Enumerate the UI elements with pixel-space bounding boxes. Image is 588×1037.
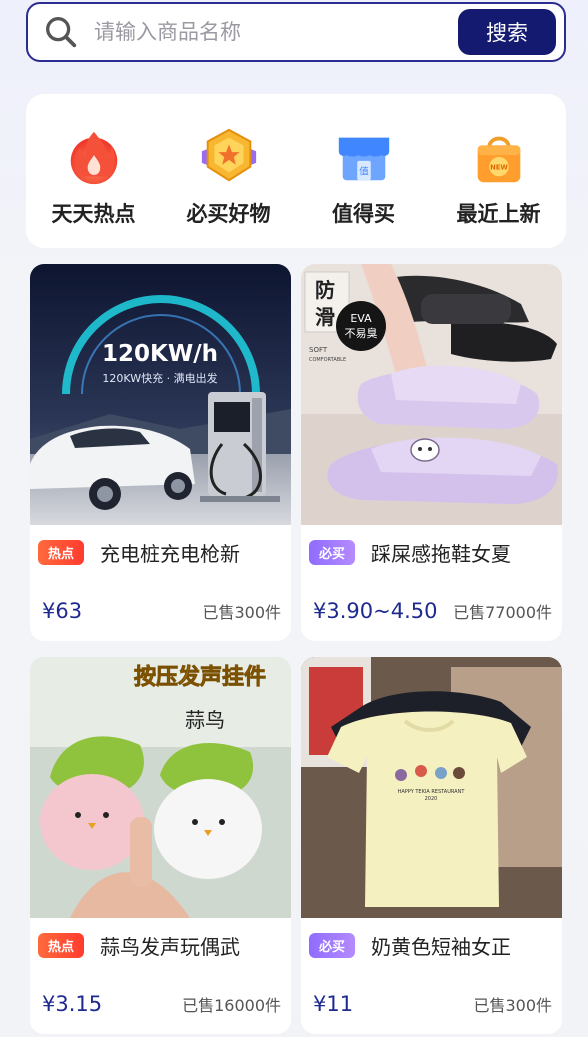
product-card[interactable]: 按压发声挂件 蒜鸟 热点 蒜鸟发声玩偶武 ¥3.15 已售16000件 [30,657,291,1034]
product-grid: 120KW/h 120KW快充 · 满电出发 热点 充电桩充电枪新 ¥63 已售… [30,264,562,1034]
product-title: 奶黄色短袖女正 [371,934,512,959]
product-title-row: 必买 奶黄色短袖女正 [301,918,562,959]
plush-banner-text: 按压发声挂件 [134,664,266,690]
product-price-row: ¥11 已售300件 [301,992,562,1016]
badge-line-1: 防 [315,278,335,302]
svg-text:NEW: NEW [490,164,508,172]
flame-icon [70,131,117,185]
category-worth-buying[interactable]: 值 值得买 [296,94,431,248]
hot-tag: 热点 [38,932,85,958]
category-label: 值得买 [332,202,395,226]
product-image-plush: 按压发声挂件 蒜鸟 [30,657,291,918]
soft-label: SOFT [309,346,328,354]
product-title-row: 必买 踩屎感拖鞋女夏 [301,525,562,566]
tshirt-illustration: HAPPY TEKIA RESTAURANT 2020 [301,657,562,918]
eva-line-2: 不易臭 [345,326,378,340]
search-button[interactable]: 搜索 [458,9,556,55]
category-card: 天天热点 必买好物 值 值得买 NEW 最近上新 [26,94,566,248]
comfortable-label: COMFORTABLE [309,357,346,363]
product-image-tshirt: HAPPY TEKIA RESTAURANT 2020 [301,657,562,918]
product-price-row: ¥3.90~4.50 已售77000件 [301,599,562,623]
product-image-charger: 120KW/h 120KW快充 · 满电出发 [30,264,291,525]
category-must-buy[interactable]: 必买好物 [161,94,296,248]
shirt-print-line: HAPPY TEKIA RESTAURANT [398,789,466,795]
hot-tag: 热点 [38,539,85,565]
product-price: ¥11 [313,992,354,1016]
star-badge-icon [201,128,256,182]
category-label: 最近上新 [456,202,541,226]
search-input[interactable] [94,20,458,44]
must-buy-tag: 必买 [309,932,356,958]
must-buy-tag: 必买 [309,539,356,565]
new-bag-icon: NEW [477,136,520,183]
badge-line-2: 滑 [315,305,335,329]
charger-subtitle-text: 120KW快充 · 满电出发 [102,371,217,385]
category-label: 必买好物 [186,202,271,226]
category-new-arrivals[interactable]: NEW 最近上新 [431,94,566,248]
product-card[interactable]: 120KW/h 120KW快充 · 满电出发 热点 充电桩充电枪新 ¥63 已售… [30,264,291,641]
product-price-row: ¥63 已售300件 [30,599,291,623]
product-image-slippers: 防 滑 EVA 不易臭 SOFT COMFORTABLE [301,264,562,525]
category-hot-daily[interactable]: 天天热点 [26,94,161,248]
product-title-row: 热点 充电桩充电枪新 [30,525,291,566]
product-price-row: ¥3.15 已售16000件 [30,992,291,1016]
product-sold-count: 已售77000件 [453,603,552,622]
eva-line-1: EVA [350,312,372,325]
product-price: ¥3.15 [42,992,103,1016]
product-title-row: 热点 蒜鸟发声玩偶武 [30,918,291,959]
storefront-icon: 值 [338,137,389,181]
search-bar: 搜索 [26,2,566,62]
product-sold-count: 已售16000件 [182,996,281,1015]
shirt-print-year: 2020 [425,796,438,802]
product-title: 充电桩充电枪新 [100,541,241,566]
product-title: 蒜鸟发声玩偶武 [100,934,241,959]
plush-illustration: 按压发声挂件 蒜鸟 [30,657,291,918]
search-icon [46,17,77,48]
product-sold-count: 已售300件 [473,996,552,1015]
svg-text:值: 值 [359,164,369,177]
product-card[interactable]: 防 滑 EVA 不易臭 SOFT COMFORTABLE 必买 踩屎感拖鞋女夏 … [301,264,562,641]
product-card[interactable]: HAPPY TEKIA RESTAURANT 2020 必买 奶黄色短袖女正 ¥… [301,657,562,1034]
slippers-illustration: 防 滑 EVA 不易臭 SOFT COMFORTABLE [301,264,562,525]
plush-name-text: 蒜鸟 [185,708,225,732]
product-sold-count: 已售300件 [202,603,281,622]
product-price: ¥3.90~4.50 [313,599,438,623]
category-label: 天天热点 [51,202,136,226]
product-price: ¥63 [42,599,83,623]
product-title: 踩屎感拖鞋女夏 [371,541,512,566]
charger-power-text: 120KW/h [102,341,218,367]
charger-illustration: 120KW/h 120KW快充 · 满电出发 [30,264,291,525]
